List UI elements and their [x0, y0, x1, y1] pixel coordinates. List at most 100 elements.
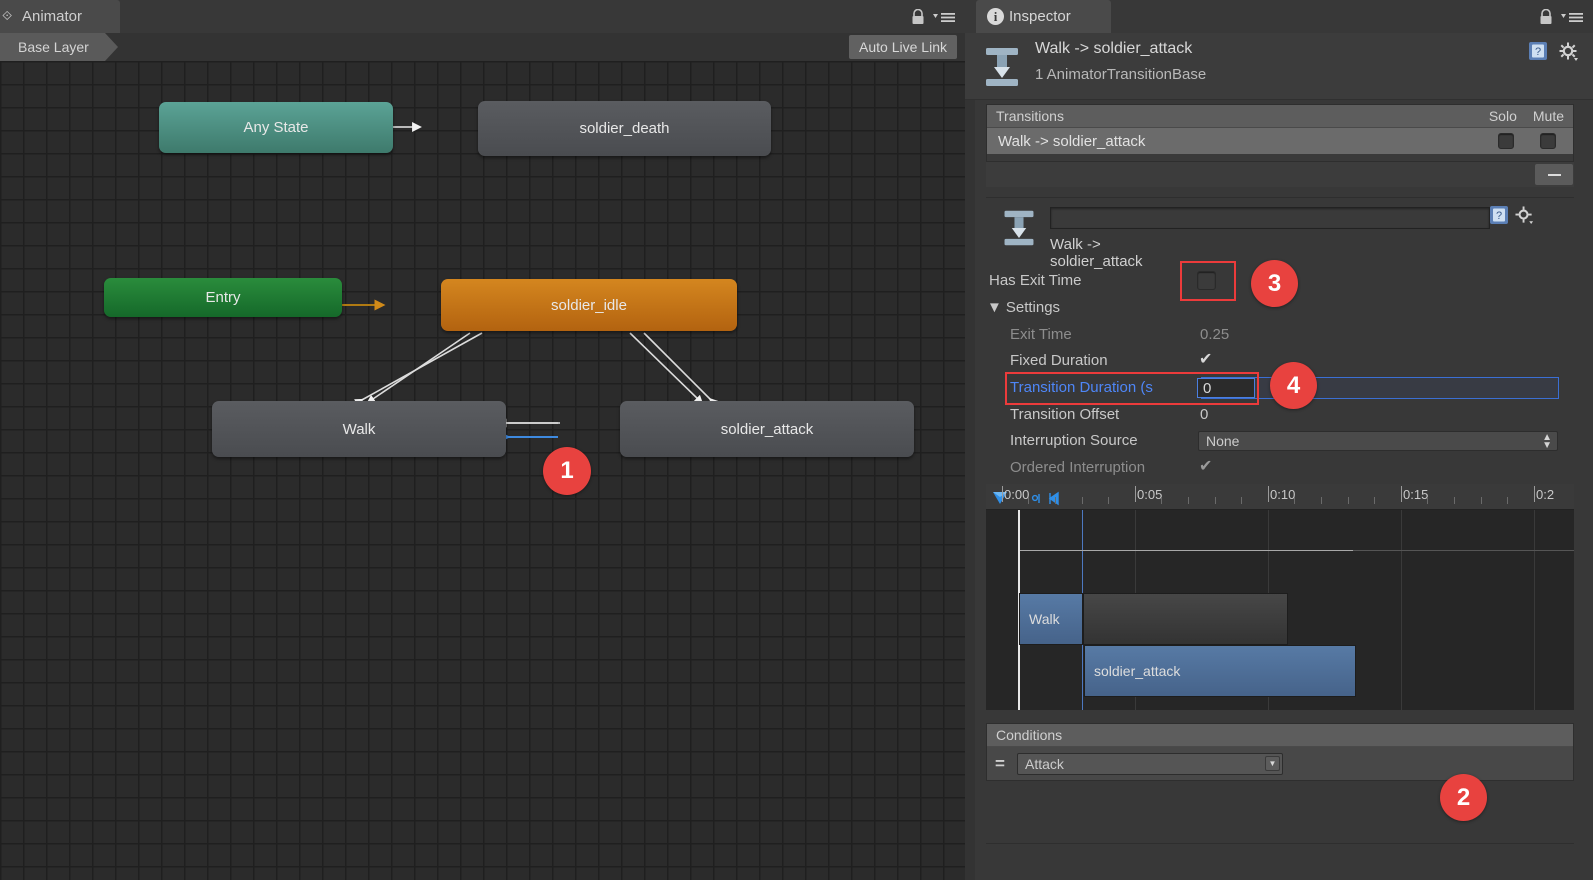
mute-toggle[interactable] [1540, 133, 1556, 149]
help-book-icon[interactable]: ? [1529, 42, 1547, 60]
transition-duration-input[interactable]: 0 [1197, 378, 1255, 398]
divider [986, 197, 1574, 198]
inspector-title: Walk -> soldier_attack [1035, 40, 1193, 57]
transition-arrows [281, 122, 719, 443]
animator-tab-icon: ⟐ [2, 8, 13, 23]
transition-timeline-body[interactable]: Walk soldier_attack [986, 510, 1574, 710]
transition-offset-label: Transition Offset [1010, 406, 1120, 423]
solo-column-label: Solo [1488, 108, 1517, 124]
timeline-clip-label: soldier_attack [1094, 663, 1181, 679]
tl-minor-tick [1161, 497, 1162, 504]
settings-label: Settings [1005, 299, 1061, 316]
transition-icon [1004, 210, 1034, 246]
tl-minor-tick [1427, 497, 1428, 504]
has-exit-time-label: Has Exit Time [989, 272, 1082, 289]
updown-arrows-icon: ▲ ▼ [1542, 432, 1552, 451]
animator-state-graph[interactable]: Any State soldier_death Entry soldier_id… [0, 61, 965, 880]
settings-foldout[interactable]: ▼ Settings [987, 299, 1060, 316]
tl-minor-tick [1055, 497, 1056, 504]
state-node-label: soldier_death [579, 120, 670, 137]
lock-icon[interactable] [1539, 9, 1553, 25]
animator-breadcrumb-bar: Base Layer Auto Live Link [0, 33, 965, 61]
annotation-badge-2: 2 [1440, 774, 1487, 821]
inspector-object-header: Walk -> soldier_attack 1 AnimatorTransit… [965, 33, 1593, 100]
chevron-down-icon[interactable]: ▼ [1265, 756, 1280, 771]
fixed-duration-checkbox[interactable]: ✔ [1199, 352, 1212, 368]
annotation-badge-4: 4 [1270, 362, 1317, 409]
tl-minor-tick [1108, 497, 1109, 504]
tab-animator[interactable]: ⟐ Animator [0, 0, 120, 33]
transition-list-item-label: Walk -> soldier_attack [998, 132, 1146, 150]
inspector-subtitle: 1 AnimatorTransitionBase [1035, 66, 1207, 83]
tl-tick-3: 0:15 [1403, 487, 1429, 502]
annotation-badge-label: 1 [560, 457, 574, 484]
conditions-header-label: Conditions [996, 727, 1063, 743]
tl-minor-tick [1215, 497, 1216, 504]
tl-tick-4: 0:2 [1536, 487, 1555, 502]
tl-minor-tick [1348, 497, 1349, 504]
exit-time-value: 0.25 [1200, 326, 1230, 343]
auto-live-link-button[interactable]: Auto Live Link [849, 35, 957, 59]
state-node-entry[interactable]: Entry [104, 278, 342, 317]
interruption-source-dropdown[interactable]: None ▲ ▼ [1198, 431, 1558, 451]
breadcrumb-base-layer[interactable]: Base Layer [0, 33, 118, 61]
annotation-badge-label: 4 [1286, 371, 1301, 399]
gear-icon[interactable] [1559, 42, 1579, 62]
inspector-tabbar: i Inspector [965, 0, 1593, 33]
has-exit-time-checkbox[interactable] [1197, 271, 1216, 290]
transition-icon [986, 48, 1018, 86]
transitions-header: Transitions Solo Mute [987, 105, 1573, 128]
transition-list-item[interactable]: Walk -> soldier_attack [987, 128, 1573, 154]
state-node-soldier-death[interactable]: soldier_death [478, 101, 771, 156]
condition-operator[interactable]: = [995, 754, 1005, 774]
blend-curve [1019, 550, 1353, 551]
breadcrumb-label: Base Layer [18, 39, 89, 55]
tl-minor-tick [1028, 497, 1029, 504]
solo-toggle[interactable] [1498, 133, 1514, 149]
svg-text:?: ? [1496, 210, 1502, 222]
hamburger-menu-icon[interactable] [1560, 11, 1584, 23]
inspector-left-scroll-gutter[interactable] [965, 33, 975, 880]
lock-icon[interactable] [911, 9, 925, 25]
tl-minor-tick [1321, 497, 1322, 504]
chevron-down-icon: ▼ [987, 299, 1002, 316]
tl-tick-2: 0:10 [1270, 487, 1296, 502]
transition-timeline-ruler[interactable]: 0:00 0:05 0:10 0:15 0:2 [986, 484, 1574, 510]
gear-icon[interactable] [1515, 206, 1534, 225]
ordered-interruption-label: Ordered Interruption [1010, 459, 1146, 476]
state-node-soldier-attack[interactable]: soldier_attack [620, 401, 914, 457]
tl-minor-tick [1481, 497, 1482, 504]
annotation-badge-1: 1 [543, 447, 591, 495]
transition-object-field[interactable] [1050, 207, 1490, 229]
help-book-icon[interactable]: ? [1490, 206, 1508, 224]
tl-minor-tick [1241, 497, 1242, 504]
hamburger-menu-icon[interactable] [932, 11, 956, 23]
tl-minor-tick [1454, 497, 1455, 504]
animator-tabbar: ⟐ Animator [0, 0, 965, 33]
state-node-label: soldier_attack [720, 420, 814, 438]
exit-time-label: Exit Time [1010, 326, 1072, 343]
timeline-clip-walk-tail[interactable] [1083, 593, 1288, 645]
timeline-clip-walk[interactable]: Walk [1019, 593, 1083, 645]
condition-parameter-value: Attack [1025, 756, 1064, 772]
timeline-clip-label: Walk [1029, 611, 1060, 627]
tab-inspector-label: Inspector [1009, 8, 1071, 25]
info-icon: i [987, 8, 1004, 25]
annotation-badge-label: 3 [1267, 269, 1282, 297]
transition-offset-value[interactable]: 0 [1200, 406, 1208, 423]
state-node-any-state[interactable]: Any State [159, 102, 393, 153]
mute-column-label: Mute [1532, 108, 1564, 124]
condition-parameter-dropdown[interactable]: Attack ▼ [1017, 753, 1283, 775]
minus-icon [1547, 173, 1561, 176]
tab-inspector[interactable]: i Inspector [976, 0, 1111, 33]
state-node-soldier-idle[interactable]: soldier_idle [441, 279, 737, 331]
fixed-duration-label: Fixed Duration [1010, 352, 1108, 369]
remove-transition-button[interactable] [1535, 164, 1573, 185]
timeline-clip-soldier-attack[interactable]: soldier_attack [1084, 645, 1356, 697]
preview-playhead-icon[interactable] [1031, 489, 1061, 507]
tl-gridline [1534, 510, 1535, 710]
animator-panel: ⟐ Animator Base Layer Auto Live Link Any… [0, 0, 965, 880]
tl-major-tick [1401, 486, 1402, 502]
tl-minor-tick [1507, 497, 1508, 504]
state-node-walk[interactable]: Walk [212, 401, 506, 457]
